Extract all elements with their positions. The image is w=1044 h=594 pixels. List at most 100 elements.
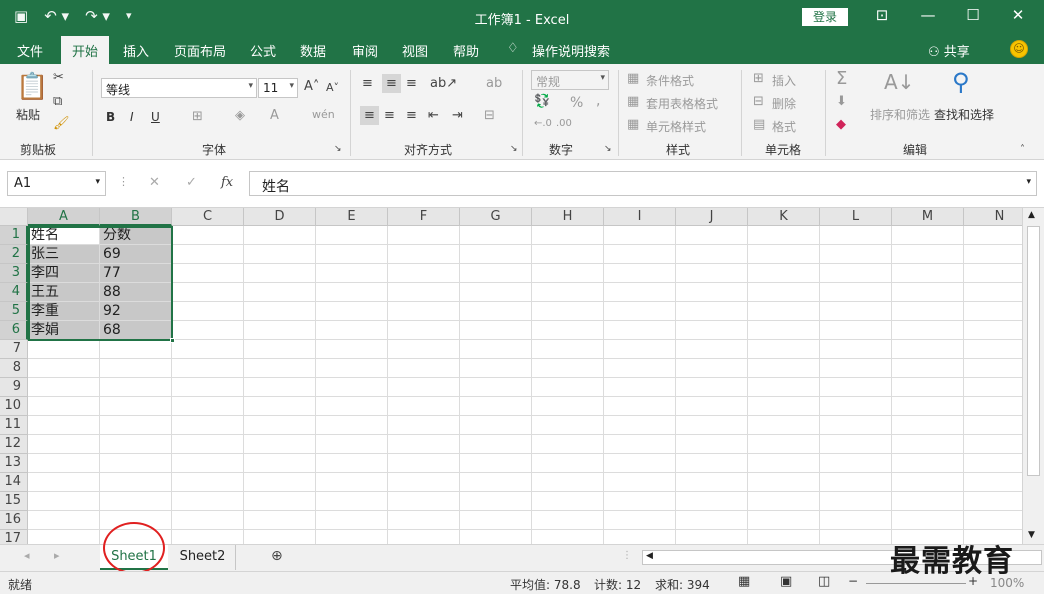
percent-button[interactable]: % [570,95,583,111]
cell-l1[interactable] [820,226,892,245]
cell-e6[interactable] [316,321,388,340]
conditional-format-button[interactable]: 条件格式 [646,72,694,89]
tab-data[interactable]: 数据 [300,41,326,60]
cell-j1[interactable] [676,226,748,245]
cell-i2[interactable] [604,245,676,264]
cell-f2[interactable] [388,245,460,264]
tab-file[interactable]: 文件 [17,41,43,60]
cell-d1[interactable] [244,226,316,245]
cell-g12[interactable] [460,435,532,454]
tab-home[interactable]: 开始 [61,36,110,64]
cell-h3[interactable] [532,264,604,283]
cell-h5[interactable] [532,302,604,321]
cell-j7[interactable] [676,340,748,359]
cell-a8[interactable] [28,359,100,378]
cell-l5[interactable] [820,302,892,321]
cell-l8[interactable] [820,359,892,378]
column-header-f[interactable]: F [388,208,460,226]
column-header-n[interactable]: N [964,208,1022,226]
cell-m9[interactable] [892,378,964,397]
cell-h12[interactable] [532,435,604,454]
cell-g8[interactable] [460,359,532,378]
cell-h9[interactable] [532,378,604,397]
cell-e1[interactable] [316,226,388,245]
align-middle-icon[interactable]: ≡ [382,74,401,93]
cell-a12[interactable] [28,435,100,454]
cell-d3[interactable] [244,264,316,283]
cell-n5[interactable] [964,302,1022,321]
column-header-m[interactable]: M [892,208,964,226]
cell-a4[interactable]: 王五 [28,283,100,302]
cell-c3[interactable] [172,264,244,283]
cell-b13[interactable] [100,454,172,473]
cell-j6[interactable] [676,321,748,340]
cell-f8[interactable] [388,359,460,378]
cell-m4[interactable] [892,283,964,302]
cell-j15[interactable] [676,492,748,511]
increase-decimal-icon[interactable]: ←.0 [534,118,552,129]
cell-e9[interactable] [316,378,388,397]
cell-i14[interactable] [604,473,676,492]
share-button[interactable]: ⚇ 共享 [928,41,970,60]
cell-m10[interactable] [892,397,964,416]
cell-l11[interactable] [820,416,892,435]
cell-f3[interactable] [388,264,460,283]
row-header-3[interactable]: 3 [0,264,28,283]
cell-l3[interactable] [820,264,892,283]
tab-insert[interactable]: 插入 [123,41,149,60]
cell-n8[interactable] [964,359,1022,378]
paste-icon[interactable]: 📋 [16,72,48,102]
cell-l14[interactable] [820,473,892,492]
cell-d15[interactable] [244,492,316,511]
cell-k6[interactable] [748,321,820,340]
cell-m11[interactable] [892,416,964,435]
cut-icon[interactable]: ✂ [53,70,64,85]
cell-c12[interactable] [172,435,244,454]
cell-l9[interactable] [820,378,892,397]
cell-l13[interactable] [820,454,892,473]
cell-g16[interactable] [460,511,532,530]
scroll-down-icon[interactable]: ▼ [1028,530,1035,540]
cell-a9[interactable] [28,378,100,397]
scroll-up-icon[interactable]: ▲ [1028,210,1035,220]
cell-f15[interactable] [388,492,460,511]
cell-d14[interactable] [244,473,316,492]
cell-n7[interactable] [964,340,1022,359]
cell-d11[interactable] [244,416,316,435]
cell-h4[interactable] [532,283,604,302]
autosum-icon[interactable]: Σ [836,68,847,89]
tab-help[interactable]: 帮助 [453,41,479,60]
cell-g10[interactable] [460,397,532,416]
cell-i4[interactable] [604,283,676,302]
cell-b10[interactable] [100,397,172,416]
wrap-text-icon[interactable]: ab [486,76,502,91]
cell-k10[interactable] [748,397,820,416]
align-bottom-icon[interactable]: ≡ [406,76,417,91]
cell-b12[interactable] [100,435,172,454]
row-header-10[interactable]: 10 [0,397,28,416]
cell-e12[interactable] [316,435,388,454]
cell-i17[interactable] [604,530,676,544]
sheet-tab-sheet2[interactable]: Sheet2 [170,545,236,570]
next-sheet-icon[interactable]: ▸ [54,549,60,562]
cell-j17[interactable] [676,530,748,544]
cell-g13[interactable] [460,454,532,473]
cell-f1[interactable] [388,226,460,245]
row-header-2[interactable]: 2 [0,245,28,264]
cell-l12[interactable] [820,435,892,454]
cell-j4[interactable] [676,283,748,302]
scroll-thumb[interactable] [1027,226,1040,476]
column-header-d[interactable]: D [244,208,316,226]
tab-formulas[interactable]: 公式 [250,41,276,60]
cell-e5[interactable] [316,302,388,321]
cell-j3[interactable] [676,264,748,283]
cell-i9[interactable] [604,378,676,397]
cell-c8[interactable] [172,359,244,378]
cell-c15[interactable] [172,492,244,511]
cell-e8[interactable] [316,359,388,378]
enter-icon[interactable]: ✓ [186,175,197,190]
cell-i7[interactable] [604,340,676,359]
dialog-launcher-icon[interactable]: ↘ [334,144,342,154]
cell-g2[interactable] [460,245,532,264]
cell-b16[interactable] [100,511,172,530]
